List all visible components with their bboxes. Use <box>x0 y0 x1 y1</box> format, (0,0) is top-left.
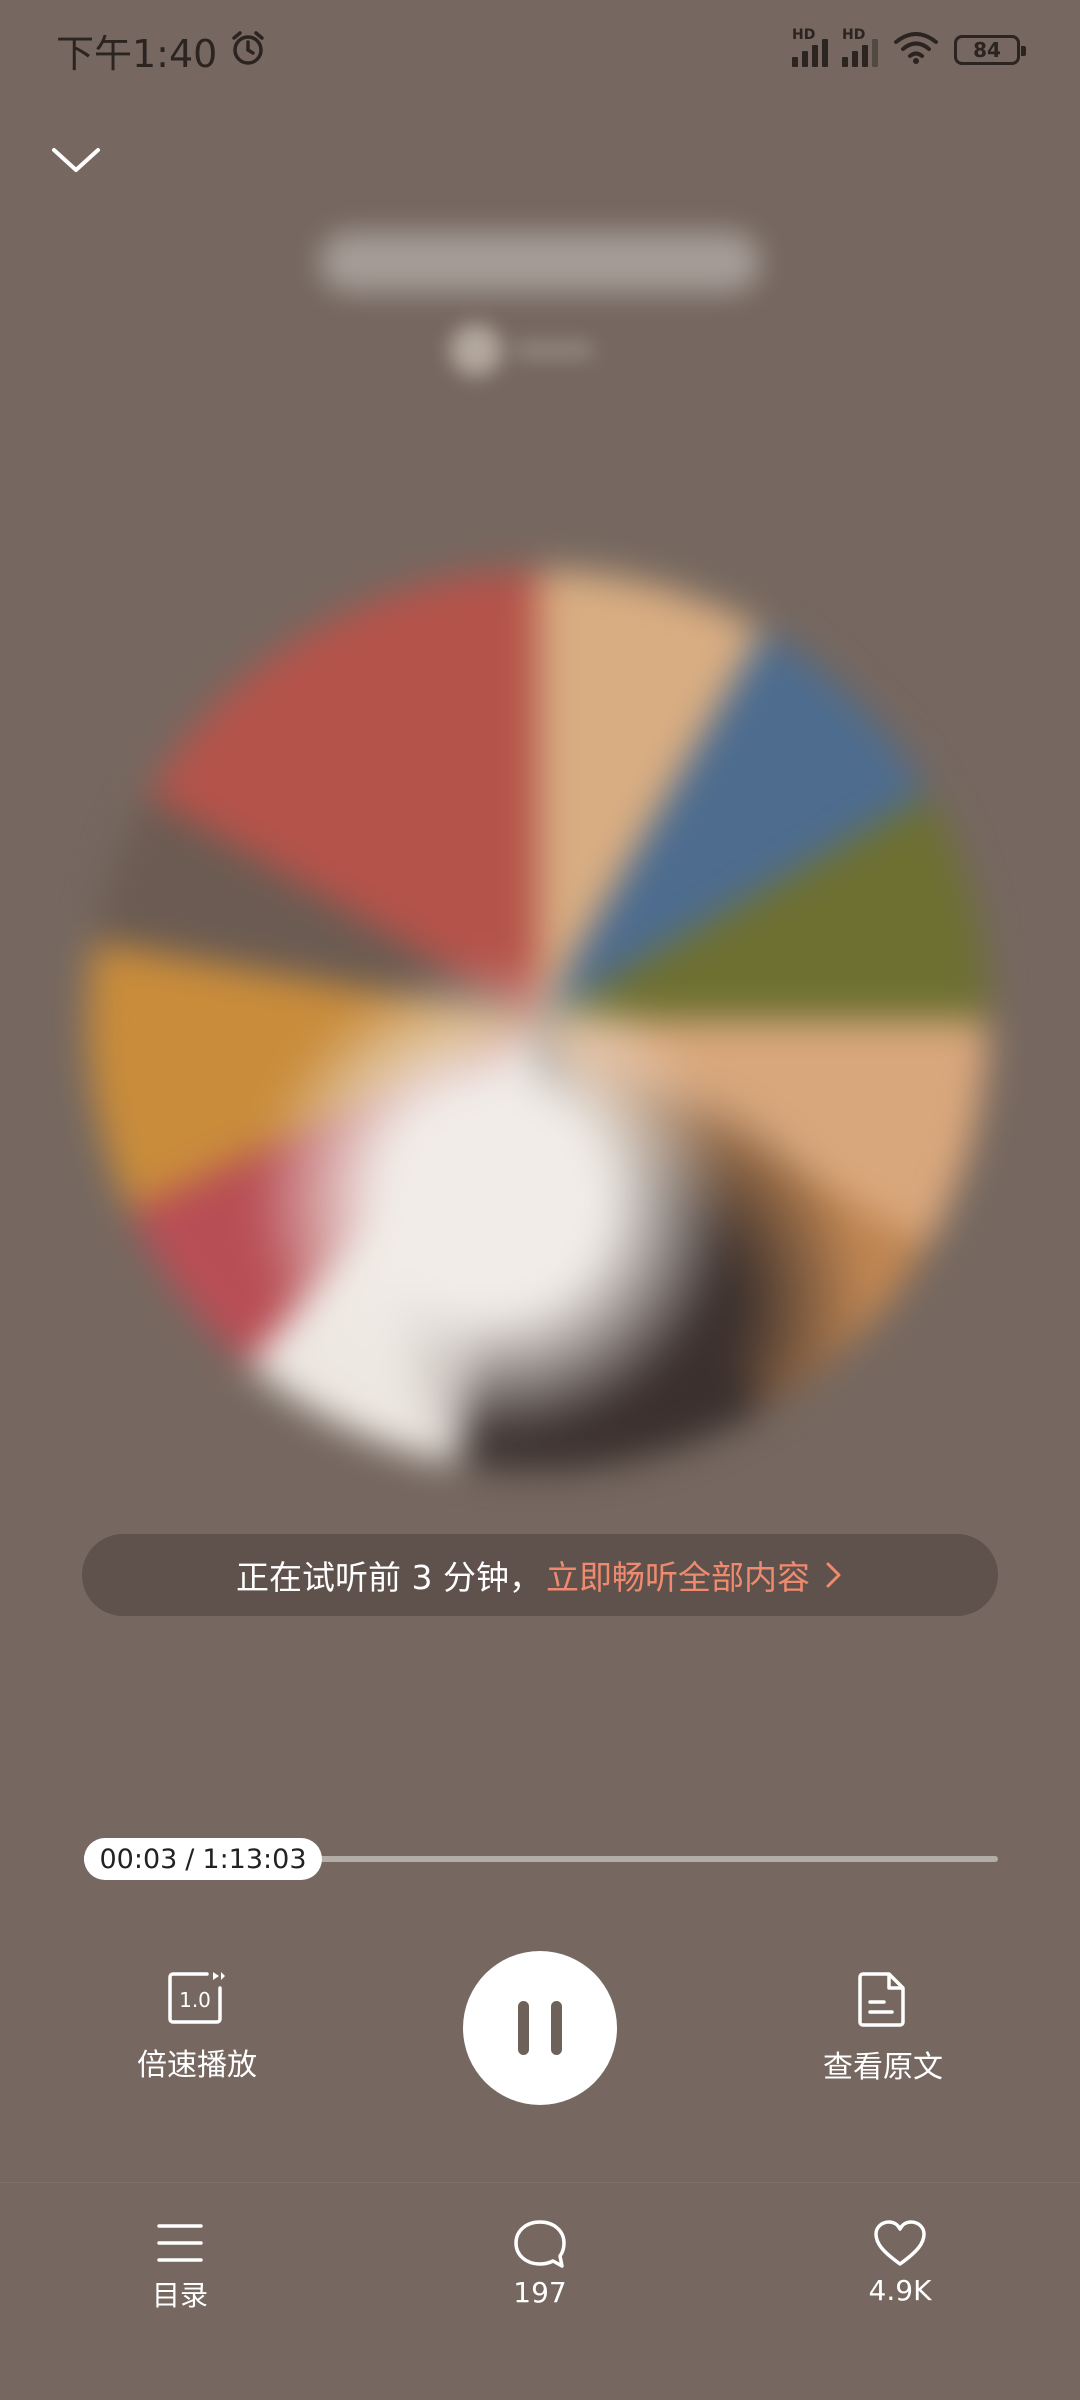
playback-speed-label: 倍速播放 <box>137 2048 257 2083</box>
signal-hd-label-2: HD <box>842 27 866 43</box>
progress-handle[interactable]: 00:03 / 1:13:03 <box>84 1838 322 1880</box>
unlock-full-label: 立即畅听全部内容 <box>545 1558 810 1597</box>
view-original-label: 查看原文 <box>823 2050 943 2085</box>
signal-icon: HD <box>792 27 828 67</box>
unlock-full-link[interactable]: 立即畅听全部内容 <box>546 1551 844 1599</box>
wifi-icon <box>892 30 940 70</box>
table-of-contents-label: 目录 <box>151 2279 208 2312</box>
pause-icon-bar-right <box>551 2001 562 2055</box>
player-screen: 下午1:40 HD HD 84 正在试听前 3 分钟， 立即畅听全部内容 00:… <box>0 0 1080 2400</box>
trial-notice-text: 正在试听前 3 分钟， <box>236 1558 542 1597</box>
author-name-blurred <box>514 343 594 357</box>
author-avatar <box>450 324 502 376</box>
current-time: 00:03 <box>99 1843 178 1875</box>
like-button[interactable]: 4.9K <box>830 2218 970 2307</box>
author-info-blurred <box>450 322 610 378</box>
bottom-bar-divider <box>0 2182 1080 2183</box>
album-cover <box>88 570 988 1470</box>
total-time: 1:13:03 <box>202 1843 307 1875</box>
alarm-icon <box>229 29 267 71</box>
status-bar: 下午1:40 HD HD 84 <box>0 0 1080 100</box>
book-title-blurred <box>320 232 760 292</box>
document-icon <box>858 1972 905 2027</box>
status-time: 下午1:40 <box>56 31 218 76</box>
time-separator: / <box>185 1843 195 1875</box>
status-left: 下午1:40 <box>56 23 267 78</box>
pause-icon-bar-left <box>518 2001 529 2055</box>
playback-speed-button[interactable]: 1.0 倍速播放 <box>122 1970 272 2084</box>
status-right: HD HD 84 <box>792 27 1026 70</box>
chevron-down-icon <box>52 148 100 172</box>
comments-button[interactable]: 197 <box>470 2218 610 2309</box>
battery-icon: 84 <box>954 35 1026 65</box>
pause-button[interactable] <box>463 1951 617 2105</box>
signal-icon-2: HD <box>842 27 878 67</box>
battery-level: 84 <box>973 38 1001 62</box>
comments-count: 197 <box>513 2276 567 2309</box>
view-original-button[interactable]: 查看原文 <box>808 1970 958 2086</box>
heart-icon <box>874 2220 926 2266</box>
table-of-contents-button[interactable]: 目录 <box>110 2218 250 2314</box>
collapse-button[interactable] <box>48 138 104 182</box>
playback-speed-icon: 1.0 <box>168 1972 225 2024</box>
menu-list-icon <box>157 2224 203 2262</box>
likes-count: 4.9K <box>868 2274 932 2307</box>
signal-hd-label: HD <box>792 27 816 43</box>
chevron-right-icon <box>826 1562 841 1588</box>
comment-bubble-icon <box>514 2220 566 2268</box>
trial-banner[interactable]: 正在试听前 3 分钟， 立即畅听全部内容 <box>82 1534 998 1616</box>
speed-icon-text: 1.0 <box>179 1988 211 2012</box>
